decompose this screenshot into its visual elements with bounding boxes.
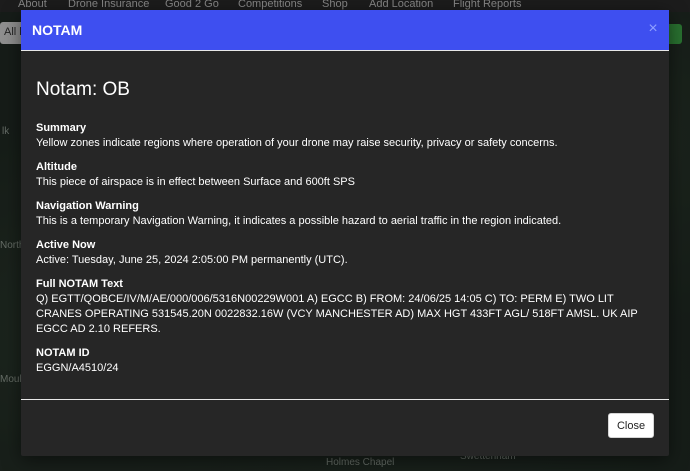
section-label: Full NOTAM Text xyxy=(36,278,123,290)
section-altitude: Altitude This piece of airspace is in ef… xyxy=(36,160,646,190)
modal-title: NOTAM xyxy=(32,22,83,38)
section-text: Q) EGTT/QOBCE/IV/M/AE/000/006/5316N00229… xyxy=(36,293,638,335)
section-text: This is a temporary Navigation Warning, … xyxy=(36,215,562,227)
close-button[interactable]: Close xyxy=(608,413,654,438)
notam-modal: NOTAM × Notam: OB Summary Yellow zones i… xyxy=(21,10,669,456)
section-text: Active: Tuesday, June 25, 2024 2:05:00 P… xyxy=(36,254,348,266)
section-text: EGGN/A4510/24 xyxy=(36,362,119,374)
modal-header: NOTAM × xyxy=(21,10,669,51)
section-text: This piece of airspace is in effect betw… xyxy=(36,176,355,188)
close-icon[interactable]: × xyxy=(645,21,661,37)
footer-divider xyxy=(21,399,669,400)
section-navigation-warning: Navigation Warning This is a temporary N… xyxy=(36,199,646,229)
section-summary: Summary Yellow zones indicate regions wh… xyxy=(36,121,646,151)
section-label: Active Now xyxy=(36,239,96,251)
modal-body: Notam: OB Summary Yellow zones indicate … xyxy=(36,78,646,385)
section-text: Yellow zones indicate regions where oper… xyxy=(36,137,558,149)
section-label: NOTAM ID xyxy=(36,347,90,359)
header-divider xyxy=(21,50,669,51)
notam-heading: Notam: OB xyxy=(36,79,130,100)
section-full-notam-text: Full NOTAM Text Q) EGTT/QOBCE/IV/M/AE/00… xyxy=(36,277,646,337)
section-label: Navigation Warning xyxy=(36,200,139,212)
section-active-now: Active Now Active: Tuesday, June 25, 202… xyxy=(36,238,646,268)
section-notam-id: NOTAM ID EGGN/A4510/24 xyxy=(36,346,646,376)
section-label: Summary xyxy=(36,122,87,134)
section-label: Altitude xyxy=(36,161,77,173)
